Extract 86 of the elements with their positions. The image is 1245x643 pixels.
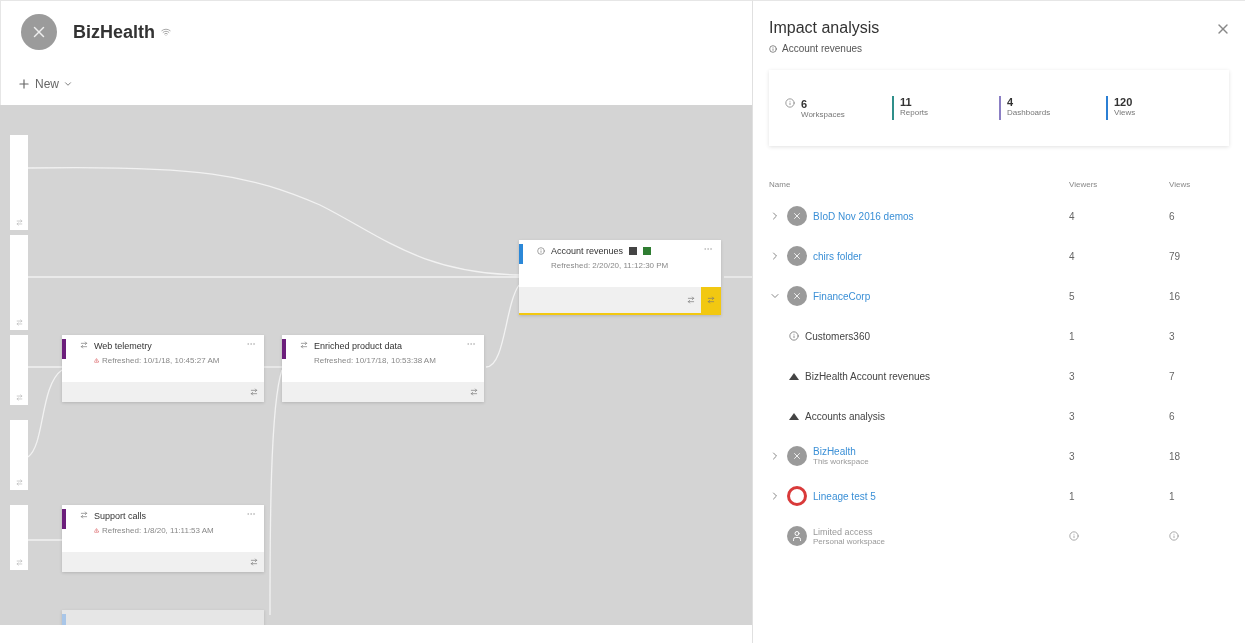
workspace-link[interactable]: Lineage test 5 — [813, 490, 876, 502]
viewers-count: 3 — [1069, 410, 1076, 422]
subject-name: Account revenues — [782, 43, 863, 54]
item-name: Accounts analysis — [805, 410, 886, 422]
column-header: Name — [769, 179, 792, 189]
lineage-card[interactable]: Enriched product data Refreshed: 10/17/18, 10:53:38 AM — [282, 335, 484, 402]
views-count: 7 — [1169, 370, 1176, 382]
workspace-note: Personal workspace — [813, 536, 886, 546]
workspace-note: This workspace — [813, 457, 869, 466]
stat-value: 11 — [900, 96, 913, 108]
card-stripe — [282, 339, 286, 359]
workspace-title: BizHealth — [73, 21, 155, 43]
workspace-link[interactable]: chirs folder — [813, 250, 862, 262]
refresh-time: Refreshed: 1/8/20, 11:11:53 AM — [102, 526, 214, 535]
stat-label: Dashboards — [1007, 108, 1051, 117]
workspace-link[interactable]: BizHealth — [813, 446, 869, 457]
ring-icon — [787, 486, 807, 506]
card-stripe — [62, 339, 66, 359]
panel-title: Impact analysis — [769, 19, 880, 37]
refresh-time: Refreshed: 10/17/18, 10:53:38 AM — [314, 356, 436, 365]
card-title: Web telemetry — [94, 341, 152, 351]
workspace-avatar — [21, 14, 57, 50]
workspace-icon — [787, 286, 807, 306]
viewers-count: 5 — [1069, 290, 1076, 302]
workspace-name: Limited access — [813, 526, 874, 537]
workspace-link[interactable]: FinanceCorp — [813, 290, 871, 302]
swap-icon — [250, 388, 258, 396]
viewers-count: 1 — [1069, 330, 1076, 342]
lineage-card[interactable]: Support calls Refreshed: 1/8/20, 11:11:53 AM — [62, 505, 264, 572]
column-header: Views — [1169, 179, 1192, 189]
dataflow-icon — [80, 511, 88, 521]
viewers-count: 4 — [1069, 250, 1076, 262]
card-title: Enriched product data — [314, 341, 403, 351]
workspace-icon — [787, 446, 807, 466]
report-icon — [789, 412, 799, 420]
new-button[interactable]: New — [17, 69, 73, 99]
stat-value: 120 — [1114, 96, 1134, 108]
views-count: 6 — [1169, 410, 1176, 422]
swap-icon — [470, 388, 478, 396]
refresh-time: Refreshed: 2/20/20, 11:12:30 PM — [551, 261, 669, 270]
swap-icon — [250, 558, 258, 566]
column-header: Viewers — [1069, 179, 1099, 189]
views-count: 18 — [1169, 450, 1182, 462]
card-title: Account revenues — [551, 246, 624, 256]
views-count: 16 — [1169, 290, 1182, 302]
swap-icon[interactable] — [15, 394, 23, 401]
dataflow-icon — [300, 341, 308, 351]
viewers-count: 1 — [1069, 490, 1076, 502]
swap-icon[interactable] — [15, 559, 23, 566]
info-icon[interactable] — [1169, 531, 1179, 541]
stat-label: Views — [1114, 108, 1136, 117]
lineage-card[interactable]: Web telemetry Refreshed: 10/1/18, 10:45:27 AM — [62, 335, 264, 402]
swap-icon — [707, 296, 715, 304]
item-name: Customers360 — [805, 330, 871, 342]
report-icon — [789, 372, 799, 380]
refresh-time: Refreshed: 10/1/18, 10:45:27 AM — [102, 356, 220, 365]
card-stripe — [62, 509, 66, 529]
swap-icon[interactable] — [15, 219, 23, 226]
info-icon[interactable] — [1069, 531, 1079, 541]
viewers-count: 3 — [1069, 370, 1076, 382]
workspace-icon — [787, 246, 807, 266]
chevron-down-icon — [63, 79, 73, 89]
viewers-count: 3 — [1069, 450, 1076, 462]
premium-icon — [161, 27, 171, 37]
card-title: Support calls — [94, 511, 147, 521]
stat-value: 6 — [801, 97, 809, 110]
swap-icon[interactable] — [15, 479, 23, 486]
dataflow-icon — [80, 341, 88, 351]
views-count: 6 — [1169, 210, 1176, 222]
workspace-icon — [787, 206, 807, 226]
stat-label: Workspaces — [801, 109, 845, 119]
card-stripe — [519, 244, 523, 264]
impact-button[interactable] — [701, 287, 721, 313]
swap-icon[interactable] — [15, 319, 23, 326]
views-count: 79 — [1169, 250, 1182, 262]
lineage-card[interactable]: Account revenues Refreshed: 2/20/20, 11:12:30 PM — [519, 240, 721, 315]
views-count: 3 — [1169, 330, 1176, 342]
swap-icon — [687, 296, 695, 304]
item-name: BizHealth Account revenues — [805, 370, 931, 382]
views-count: 1 — [1169, 490, 1176, 502]
plus-icon — [17, 77, 31, 91]
stat-label: Reports — [900, 108, 928, 117]
stat-value: 4 — [1007, 96, 1015, 108]
viewers-count: 4 — [1069, 210, 1076, 222]
person-icon — [787, 526, 807, 546]
workspace-link[interactable]: BIoD Nov 2016 demos — [813, 210, 914, 222]
